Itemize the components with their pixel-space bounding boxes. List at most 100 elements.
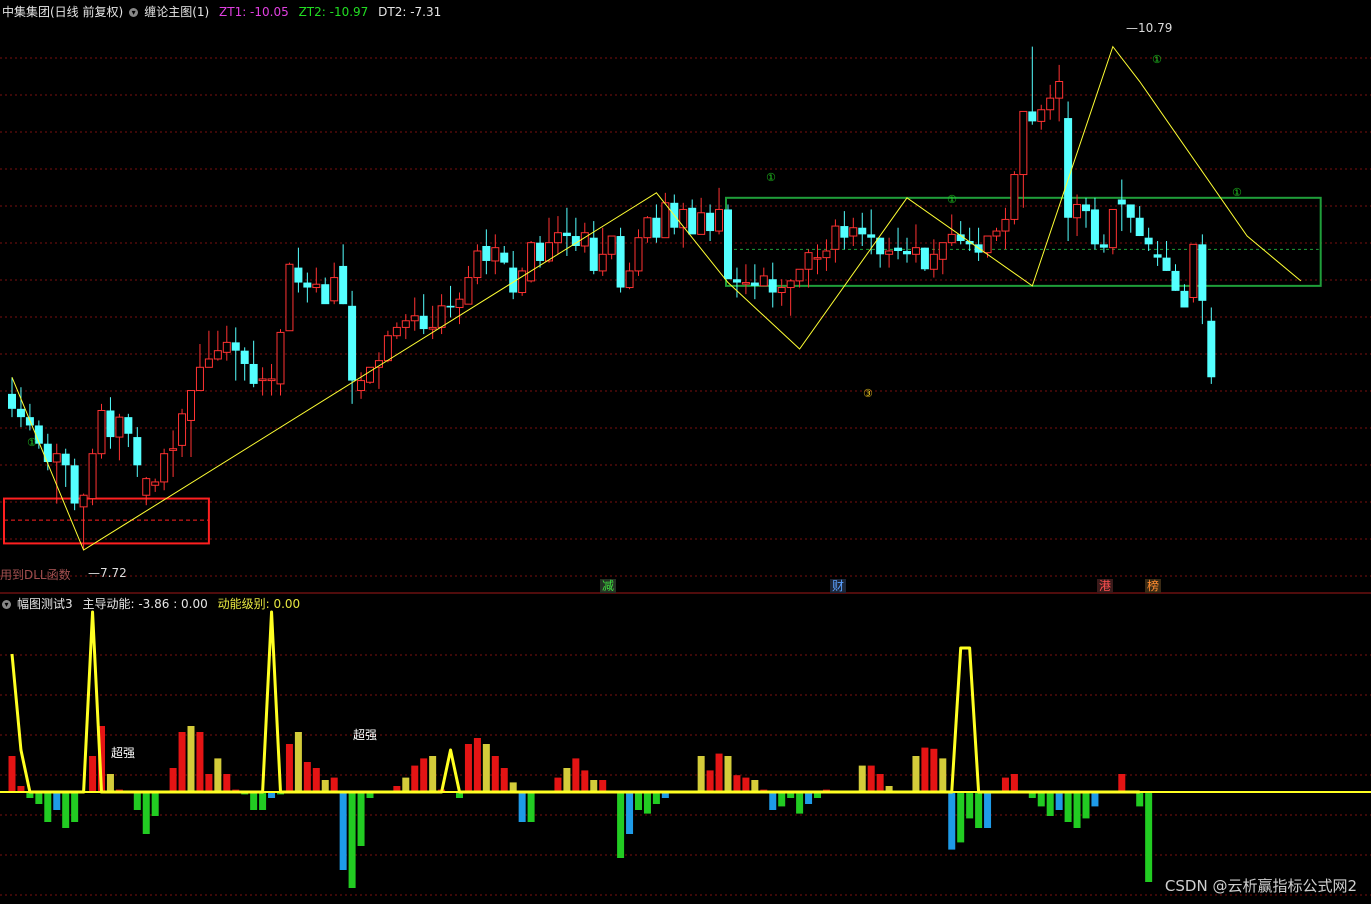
candle-body [178, 413, 187, 446]
candle [61, 448, 70, 487]
candle [1207, 307, 1216, 384]
momentum-bar [706, 770, 714, 792]
candle-body [518, 270, 527, 294]
candle-body [607, 235, 616, 255]
settings-dot-icon[interactable]: ▾ [2, 600, 11, 609]
candle [1153, 241, 1162, 266]
candle-body [867, 234, 876, 238]
momentum-bar [652, 792, 660, 804]
candle-body [16, 408, 25, 418]
momentum-bar [1046, 792, 1054, 816]
candle-body [8, 393, 16, 409]
candle-body [1189, 243, 1198, 299]
momentum-bar [635, 792, 642, 810]
upper-header: 中集集团(日线 前复权) ▾ 缠论主图(1) ZT1: -10.05 ZT2: -1… [2, 4, 447, 20]
momentum-bar [348, 792, 356, 888]
zigzag-line [11, 45, 1302, 551]
candle-body [142, 478, 151, 496]
momentum-bar [473, 738, 481, 792]
candle [661, 192, 670, 239]
candle-body [625, 270, 634, 289]
momentum-bar [966, 792, 974, 819]
candle-body [706, 212, 715, 232]
candle [1037, 104, 1046, 130]
candle [759, 267, 768, 287]
candle-body [1099, 244, 1108, 248]
candle [455, 292, 464, 325]
candle-body [240, 350, 249, 364]
center-range-box [725, 196, 1322, 287]
lower-indicator-name[interactable]: 幅图测试3 [17, 597, 73, 611]
momentum-bar [1073, 792, 1081, 828]
zigzag-path [11, 45, 1302, 551]
candle-body [392, 326, 401, 337]
candle [750, 264, 759, 300]
momentum-bar [1001, 777, 1009, 792]
main-momentum-value: 主导动能: -3.86 : 0.00 [82, 597, 208, 611]
candle-body [222, 341, 231, 353]
candle-body [195, 366, 204, 392]
candle-body [634, 237, 643, 272]
candle [88, 448, 97, 506]
momentum-bar [1055, 792, 1063, 810]
candle [822, 239, 831, 271]
news-tag-cai[interactable]: 财 [830, 579, 847, 593]
momentum-bar [259, 792, 267, 810]
momentum-bar [697, 756, 705, 792]
news-tag-gang[interactable]: 港 [1097, 579, 1114, 593]
candle-body [741, 282, 750, 285]
momentum-bar [921, 747, 929, 792]
news-tag-bang[interactable]: 榜 [1145, 579, 1162, 593]
momentum-bar [599, 780, 607, 792]
news-tag-jian[interactable]: 减 [600, 579, 617, 593]
dt2-value: DT2: -7.31 [378, 5, 442, 19]
pivot-marker: ① [1232, 186, 1242, 199]
candle-body [715, 208, 724, 232]
candle [938, 242, 947, 275]
candle [1055, 64, 1064, 122]
settings-dot-icon[interactable]: ▾ [129, 8, 139, 17]
candle [410, 297, 419, 331]
candle [419, 294, 428, 335]
candle [553, 216, 562, 255]
candle [509, 250, 518, 300]
candle [885, 237, 894, 268]
pivot-marker: ① [766, 171, 776, 184]
candle [598, 227, 607, 276]
candle-body [1037, 109, 1046, 122]
candle-body [1153, 254, 1162, 258]
candle-body [679, 208, 688, 229]
pivot-marker: ① [1152, 53, 1162, 66]
candle [536, 236, 545, 268]
momentum-bar [975, 792, 983, 828]
zt1-value: ZT1: -10.05 [219, 5, 289, 19]
left-box-frame [3, 497, 210, 545]
candle [374, 352, 383, 389]
candle-body [697, 212, 706, 235]
indicator-name[interactable]: 缠论主图(1) [144, 5, 209, 19]
candle-body [267, 378, 276, 382]
candle-body [455, 298, 464, 308]
candle [187, 390, 195, 458]
high-price-label: —10.79 [1126, 21, 1173, 35]
candle [52, 443, 61, 504]
center-box-frame [725, 196, 1322, 287]
momentum-bar [106, 774, 114, 792]
candlestick-series [8, 46, 1216, 551]
momentum-bar [1118, 774, 1126, 792]
candle-body [688, 207, 697, 235]
candle-body [768, 279, 777, 293]
candle-body [553, 232, 562, 244]
candle-body [1019, 110, 1028, 176]
symbol-label[interactable]: 中集集团(日线 前复权) [2, 5, 123, 19]
candle-body [303, 282, 312, 288]
candle [115, 413, 124, 461]
candle-body [473, 250, 482, 279]
lower-header: ▾ 幅图测试3 主导动能: -3.86 : 0.00 动能级别: 0.00 [2, 596, 306, 612]
pivot-marker: ① [947, 193, 957, 206]
momentum-bar [572, 758, 580, 792]
pivot-marker: ③ [863, 387, 873, 400]
candle-body [151, 481, 160, 486]
candle [142, 476, 151, 506]
momentum-bar [482, 744, 490, 792]
